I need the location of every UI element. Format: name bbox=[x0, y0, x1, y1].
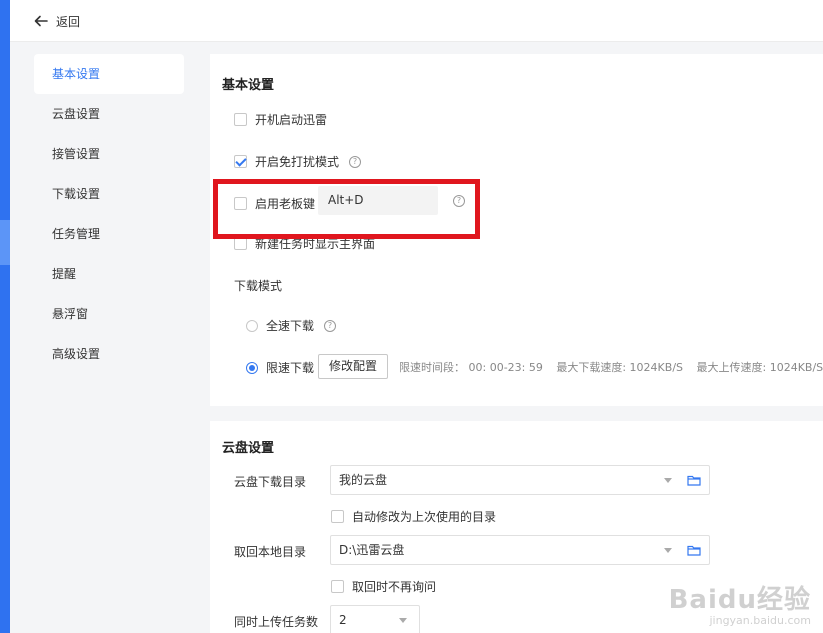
auto-modify-label: 自动修改为上次使用的目录 bbox=[352, 510, 497, 524]
main-panel: 基本设置 开机启动迅雷 开启免打扰模式 ? 启用老板键 Alt+D ? 新建任务… bbox=[200, 42, 823, 633]
sidebar-item-advanced[interactable]: 高级设置 bbox=[34, 334, 184, 374]
chevron-down-icon[interactable] bbox=[399, 618, 407, 623]
highlight-annotation bbox=[213, 179, 480, 239]
sidebar-item-cloud[interactable]: 云盘设置 bbox=[34, 94, 184, 134]
sidebar-item-takeover[interactable]: 接管设置 bbox=[34, 134, 184, 174]
full-speed-radio[interactable]: 全速下载 ? bbox=[246, 317, 337, 334]
folder-icon[interactable] bbox=[687, 543, 701, 557]
auto-modify-checkbox[interactable]: 自动修改为上次使用的目录 bbox=[331, 508, 496, 525]
dnd-label: 开启免打扰模式 bbox=[255, 155, 340, 169]
sidebar-item-download[interactable]: 下载设置 bbox=[34, 174, 184, 214]
upload-tasks-value: 2 bbox=[339, 613, 347, 627]
autostart-box[interactable] bbox=[234, 113, 247, 126]
basic-settings-title: 基本设置 bbox=[222, 78, 275, 93]
limit-period-text: 限速时间段： 00: 00-23: 59 bbox=[399, 361, 543, 374]
arrow-left-icon bbox=[34, 15, 48, 27]
limited-speed-radio-button[interactable] bbox=[246, 361, 258, 374]
help-icon[interactable]: ? bbox=[324, 319, 337, 332]
cloud-settings-title: 云盘设置 bbox=[222, 441, 275, 456]
full-speed-label: 全速下载 bbox=[266, 319, 315, 333]
modify-config-button[interactable]: 修改配置 bbox=[318, 354, 389, 379]
local-dir-label: 取回本地目录 bbox=[234, 545, 307, 559]
max-download-text: 最大下载速度: 1024KB/S bbox=[556, 361, 684, 374]
full-speed-radio-button[interactable] bbox=[246, 319, 258, 332]
no-ask-checkbox[interactable]: 取回时不再询问 bbox=[331, 578, 436, 595]
max-upload-text: 最大上传速度: 1024KB/S bbox=[696, 361, 823, 374]
sidebar: 基本设置 云盘设置 接管设置 下载设置 任务管理 提醒 悬浮窗 高级设置 bbox=[10, 42, 200, 633]
sidebar-item-floating-window[interactable]: 悬浮窗 bbox=[34, 294, 184, 334]
limited-speed-radio[interactable]: 限速下载 bbox=[246, 359, 314, 376]
folder-icon[interactable] bbox=[687, 473, 701, 487]
download-mode-label: 下载模式 bbox=[234, 279, 283, 293]
autostart-checkbox[interactable]: 开机启动迅雷 bbox=[234, 111, 327, 128]
chevron-down-icon[interactable] bbox=[664, 548, 672, 553]
sidebar-item-tasks[interactable]: 任务管理 bbox=[34, 214, 184, 254]
local-dir-select[interactable]: D:\迅雷云盘 bbox=[330, 535, 710, 565]
speed-limit-info: 限速时间段： 00: 00-23: 59 最大下载速度: 1024KB/S 最大… bbox=[399, 359, 823, 375]
sidebar-item-reminder[interactable]: 提醒 bbox=[34, 254, 184, 294]
local-dir-value: D:\迅雷云盘 bbox=[339, 543, 405, 557]
limited-speed-label: 限速下载 bbox=[266, 361, 315, 375]
stripe-notch bbox=[0, 220, 10, 265]
watermark-brand: Baidu经验 bbox=[668, 585, 811, 615]
top-bar: 返回 bbox=[10, 0, 823, 42]
no-ask-label: 取回时不再询问 bbox=[352, 580, 437, 594]
dnd-checkbox[interactable]: 开启免打扰模式 ? bbox=[234, 153, 362, 170]
back-button[interactable]: 返回 bbox=[34, 12, 80, 30]
left-accent-stripe bbox=[0, 0, 10, 633]
cloud-download-dir-value: 我的云盘 bbox=[339, 473, 388, 487]
dnd-box[interactable] bbox=[234, 155, 247, 168]
cloud-download-dir-select[interactable]: 我的云盘 bbox=[330, 465, 710, 495]
no-ask-box[interactable] bbox=[331, 580, 344, 593]
autostart-label: 开机启动迅雷 bbox=[255, 113, 328, 127]
sidebar-item-basic[interactable]: 基本设置 bbox=[34, 54, 184, 94]
upload-tasks-label: 同时上传任务数 bbox=[234, 615, 319, 629]
chevron-down-icon[interactable] bbox=[664, 478, 672, 483]
upload-tasks-select[interactable]: 2 bbox=[330, 605, 420, 633]
cloud-download-dir-label: 云盘下载目录 bbox=[234, 475, 307, 489]
baidu-watermark: Baidu经验 jingyan.baidu.com bbox=[669, 579, 811, 627]
auto-modify-box[interactable] bbox=[331, 510, 344, 523]
help-icon[interactable]: ? bbox=[349, 155, 362, 168]
basic-settings-card: 基本设置 开机启动迅雷 开启免打扰模式 ? 启用老板键 Alt+D ? 新建任务… bbox=[210, 54, 823, 406]
back-label: 返回 bbox=[56, 14, 81, 29]
